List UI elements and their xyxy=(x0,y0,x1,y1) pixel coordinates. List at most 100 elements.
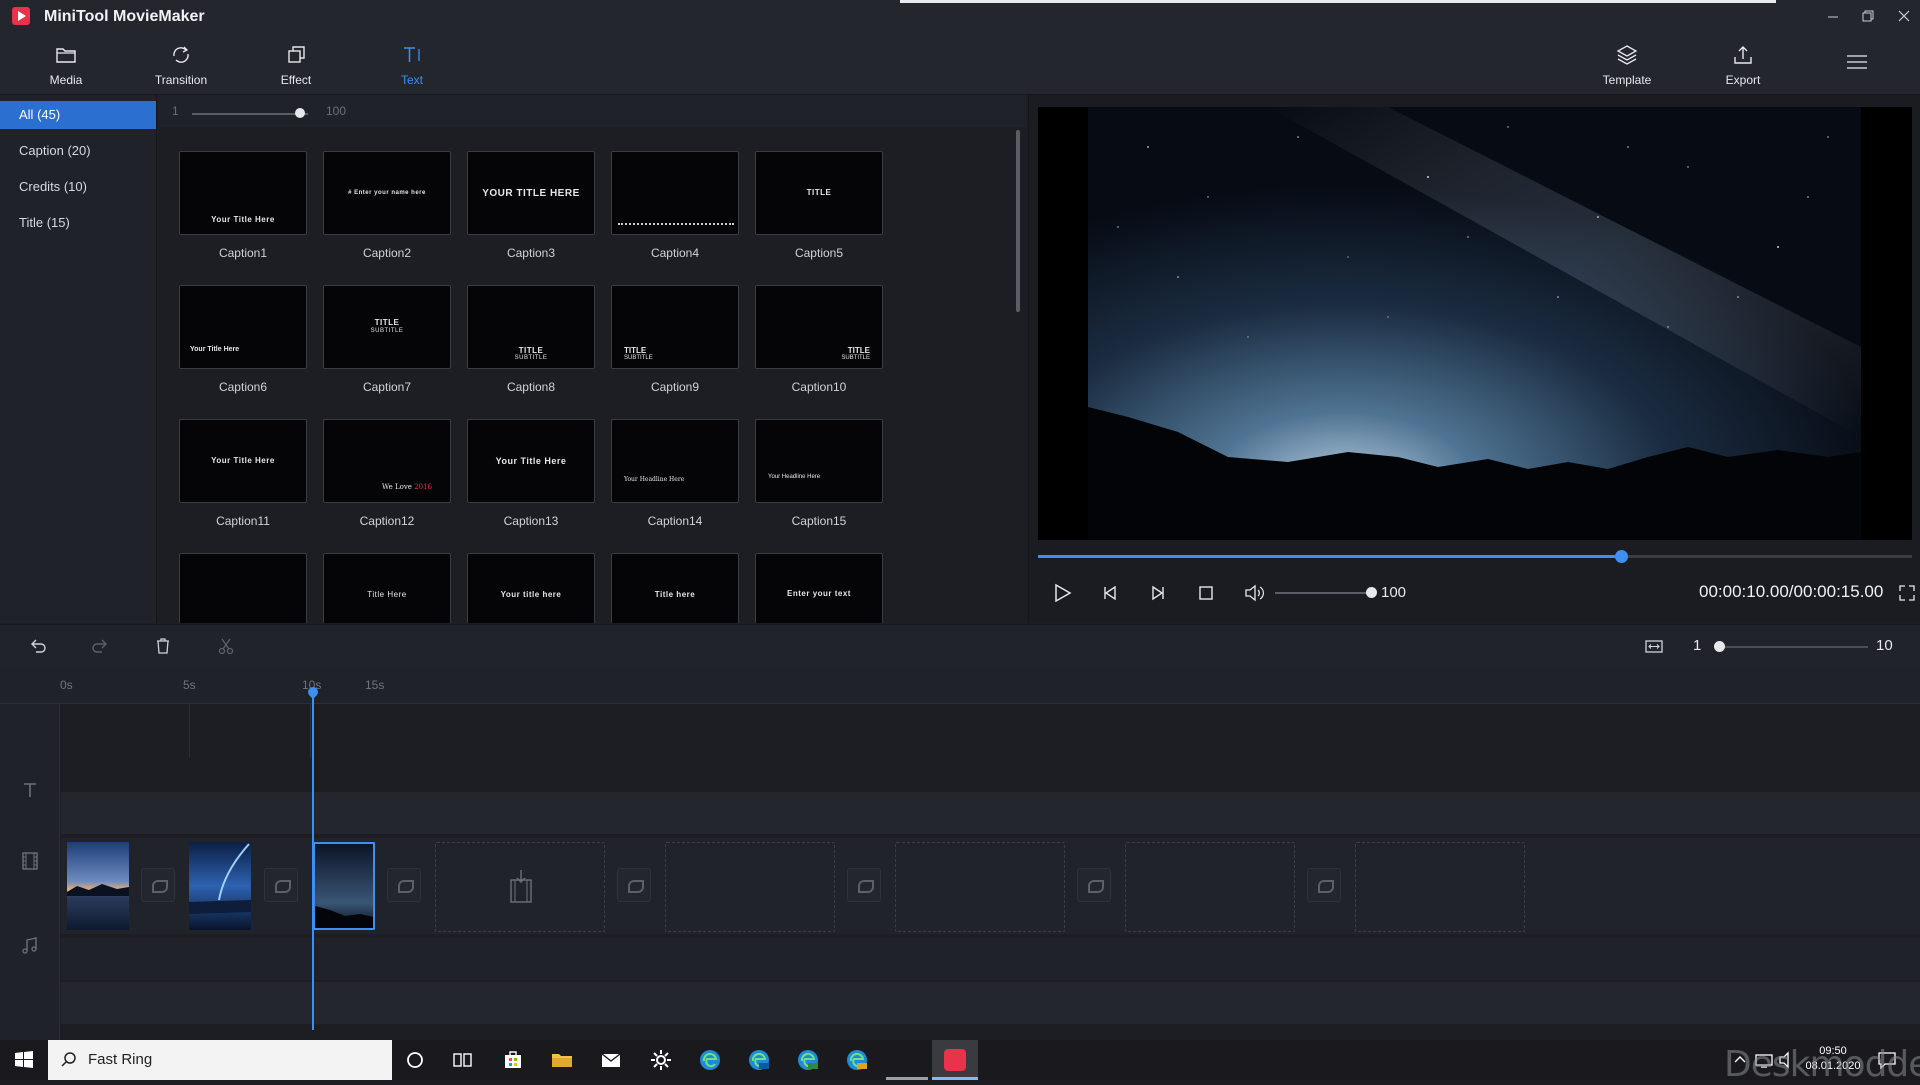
effect-tab[interactable]: Effect xyxy=(246,33,346,95)
export-button[interactable]: Export xyxy=(1693,33,1793,95)
taskbar-search-text: Fast Ring xyxy=(88,1051,153,1068)
close-button[interactable] xyxy=(1893,6,1915,26)
transition-slot[interactable] xyxy=(264,868,298,902)
edge-dev-icon[interactable] xyxy=(796,1048,820,1072)
store-icon[interactable] xyxy=(501,1048,525,1072)
empty-clip-slot[interactable] xyxy=(665,842,835,932)
night-sky-thumbnail xyxy=(315,844,373,928)
template-button-label: Template xyxy=(1602,73,1652,87)
video-clip-sunset-lake[interactable] xyxy=(67,842,129,930)
trash-icon xyxy=(157,638,169,654)
transition-slot[interactable] xyxy=(1077,868,1111,902)
caption-thumbnail[interactable] xyxy=(179,553,307,623)
moviemaker-taskbar-button[interactable] xyxy=(932,1040,978,1080)
minimize-button[interactable] xyxy=(1822,6,1844,26)
cortana-icon[interactable] xyxy=(403,1048,427,1072)
undo-button[interactable] xyxy=(28,636,48,656)
caption-thumbnail[interactable]: TITLE xyxy=(755,151,883,235)
file-explorer-icon[interactable] xyxy=(550,1048,574,1072)
transition-slot[interactable] xyxy=(141,868,175,902)
caption-thumbnail[interactable]: TITLE SUBTITLE xyxy=(467,285,595,369)
empty-clip-slot[interactable] xyxy=(435,842,605,932)
caption-thumbnail[interactable]: # Enter your name here xyxy=(323,151,451,235)
taskbar-search-box[interactable]: Fast Ring xyxy=(48,1040,392,1080)
play-button[interactable] xyxy=(1051,582,1073,604)
caption-thumbnail[interactable]: We Love 2016 xyxy=(323,419,451,503)
fit-timeline-button[interactable] xyxy=(1644,636,1664,656)
size-slider-track[interactable] xyxy=(192,113,308,115)
caption-thumbnail[interactable]: Title here xyxy=(611,553,739,623)
music-track-lane-1[interactable] xyxy=(61,938,1920,980)
caption-thumbnail[interactable]: TITLE SUBTITLE xyxy=(323,285,451,369)
caption-thumbnail[interactable]: Your Headline Here xyxy=(755,419,883,503)
restore-button[interactable] xyxy=(1857,6,1879,26)
transition-tab[interactable]: Transition xyxy=(131,33,231,95)
zoom-slider-track[interactable] xyxy=(1718,646,1868,648)
category-credits[interactable]: Credits (10) xyxy=(0,173,156,201)
empty-clip-slot[interactable] xyxy=(895,842,1065,932)
stop-button[interactable] xyxy=(1195,582,1217,604)
caption-thumbnail[interactable]: Your Headline Here xyxy=(611,419,739,503)
task-view-icon[interactable] xyxy=(451,1048,475,1072)
volume-slider-knob[interactable] xyxy=(1366,587,1377,598)
delete-button[interactable] xyxy=(153,636,173,656)
text-tab[interactable]: Text xyxy=(362,33,462,95)
grid-scrollbar[interactable] xyxy=(1016,130,1020,312)
caption-label: Caption13 xyxy=(503,514,559,528)
settings-gear-icon[interactable] xyxy=(649,1048,673,1072)
mail-icon[interactable] xyxy=(599,1048,623,1072)
category-title[interactable]: Title (15) xyxy=(0,209,156,237)
volume-button[interactable] xyxy=(1243,582,1265,604)
caption-label: Caption1 xyxy=(218,246,268,260)
caption-thumbnail[interactable]: Your Title Here xyxy=(467,419,595,503)
text-track-lane[interactable] xyxy=(61,792,1920,834)
edge-icon[interactable] xyxy=(698,1048,722,1072)
music-track-lane-2[interactable] xyxy=(61,982,1920,1024)
fullscreen-button[interactable] xyxy=(1898,584,1916,602)
caption-thumbnail[interactable]: Your Title Here xyxy=(179,151,307,235)
template-button[interactable]: Template xyxy=(1577,33,1677,95)
empty-clip-slot[interactable] xyxy=(1355,842,1525,932)
night-sky-image xyxy=(1088,107,1861,540)
volume-slider-track[interactable] xyxy=(1275,592,1371,594)
size-slider-knob[interactable] xyxy=(294,108,305,118)
video-clip-night-sky-selected[interactable] xyxy=(313,842,375,930)
transition-slot[interactable] xyxy=(1307,868,1341,902)
category-caption[interactable]: Caption (20) xyxy=(0,137,156,165)
transition-slot[interactable] xyxy=(387,868,421,902)
empty-clip-slot[interactable] xyxy=(1125,842,1295,932)
caption-thumbnail[interactable]: YOUR TITLE HERE xyxy=(467,151,595,235)
windows-taskbar: Fast Ring 09:50 08.01.2020 Deskmodder.de xyxy=(0,1040,1920,1085)
caption-thumbnail[interactable]: Your title here xyxy=(467,553,595,623)
zoom-slider-knob[interactable] xyxy=(1714,641,1725,652)
caption-label: Caption2 xyxy=(362,246,412,260)
edge-canary-icon[interactable] xyxy=(845,1048,869,1072)
video-clip-comet-lake[interactable] xyxy=(189,842,251,930)
scissors-icon xyxy=(218,638,234,655)
caption-thumbnail[interactable]: TITLE SUBTITLE xyxy=(611,285,739,369)
playhead[interactable] xyxy=(312,690,314,1030)
windows-start-icon[interactable] xyxy=(12,1048,36,1072)
caption-thumbnail[interactable]: TITLE SUBTITLE xyxy=(755,285,883,369)
caption-thumbnail[interactable]: Your Title Here xyxy=(179,285,307,369)
time-ruler[interactable]: 0s 5s 10s 15s xyxy=(0,666,1920,704)
media-tab[interactable]: Media xyxy=(16,33,116,95)
split-button[interactable] xyxy=(216,636,236,656)
caption-thumbnail[interactable] xyxy=(611,151,739,235)
transition-slot[interactable] xyxy=(617,868,651,902)
category-all[interactable]: All (45) xyxy=(0,101,156,129)
transition-slot[interactable] xyxy=(847,868,881,902)
playback-progress[interactable] xyxy=(1038,550,1912,563)
speaker-icon xyxy=(1245,584,1264,602)
redo-button[interactable] xyxy=(90,636,110,656)
previous-frame-button[interactable] xyxy=(1099,582,1121,604)
caption-thumbnail[interactable]: Title Here xyxy=(323,553,451,623)
caption-label: Caption14 xyxy=(647,514,703,528)
progress-knob[interactable] xyxy=(1614,550,1628,563)
caption-thumbnail[interactable]: Your Title Here xyxy=(179,419,307,503)
caption-thumbnail[interactable]: Enter your text xyxy=(755,553,883,623)
edge-beta-icon[interactable] xyxy=(747,1048,771,1072)
menu-button[interactable] xyxy=(1846,51,1868,73)
next-frame-button[interactable] xyxy=(1147,582,1169,604)
layers-icon xyxy=(1616,45,1638,65)
